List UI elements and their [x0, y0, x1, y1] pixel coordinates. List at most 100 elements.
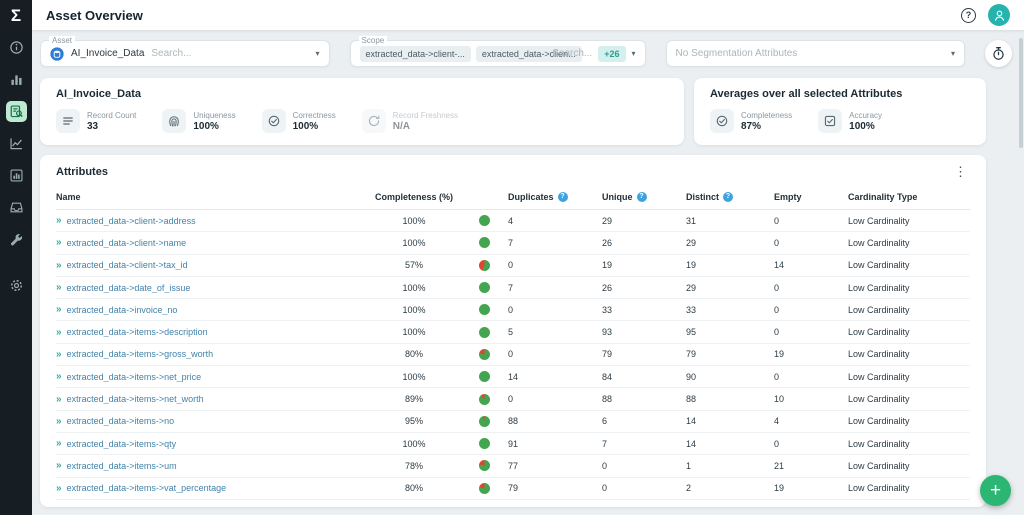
asset-search-placeholder[interactable]: Search...: [151, 48, 191, 59]
gear-icon[interactable]: [6, 275, 27, 296]
scope-chip[interactable]: extracted_data->client-...: [360, 46, 471, 62]
double-chevron-icon: »: [56, 416, 61, 427]
attribute-name-cell: » extracted_data->items->gross_worth: [56, 349, 368, 360]
freshness-icon: [362, 109, 386, 133]
attribute-name-link[interactable]: extracted_data->items->qty: [67, 439, 177, 449]
completeness-indicator-cell: [460, 394, 508, 405]
sidebar: Σ: [0, 0, 32, 515]
wrench-icon[interactable]: [6, 229, 27, 250]
duplicates-value: 5: [508, 327, 602, 337]
completeness-indicator-dot: [479, 460, 490, 471]
distinct-value: 19: [686, 260, 774, 270]
attribute-name-link[interactable]: extracted_data->items->no: [67, 416, 175, 426]
cardinality-type-value: Low Cardinality: [848, 372, 970, 382]
completeness-value: 95%: [368, 416, 460, 426]
kebab-menu-icon[interactable]: ⋮: [951, 165, 970, 178]
unique-value: 29: [602, 216, 686, 226]
completeness-indicator-dot: [479, 483, 490, 494]
attribute-row[interactable]: »extracted_data->invoice_no100%033330Low…: [56, 299, 970, 321]
metric-label: Record Count: [87, 111, 136, 120]
attribute-name-cell: » extracted_data->items->no: [56, 416, 368, 427]
asset-search-icon[interactable]: [6, 101, 27, 122]
completeness-indicator-cell: [460, 282, 508, 293]
attribute-name-link[interactable]: extracted_data->client->tax_id: [67, 260, 188, 270]
distinct-value: 2: [686, 483, 774, 493]
asset-metrics: Record Count33Uniqueness100%Correctness1…: [56, 109, 668, 133]
user-avatar[interactable]: [988, 4, 1010, 26]
attribute-name-link[interactable]: extracted_data->client->address: [67, 216, 196, 226]
help-icon[interactable]: ?: [961, 8, 976, 23]
completeness-value: 100%: [368, 238, 460, 248]
attribute-name-link[interactable]: extracted_data->items->vat_percentage: [67, 483, 227, 493]
asset-select[interactable]: Asset AI_Invoice_Data Search... ▾: [40, 40, 330, 67]
completeness-indicator-dot: [479, 215, 490, 226]
attribute-name-link[interactable]: extracted_data->items->net_price: [67, 372, 202, 382]
sidebar-nav: [6, 37, 27, 296]
double-chevron-icon: »: [56, 349, 61, 360]
attribute-name-link[interactable]: extracted_data->items->gross_worth: [67, 349, 214, 359]
unique-value: 33: [602, 305, 686, 315]
attribute-name-link[interactable]: extracted_data->items->description: [67, 327, 208, 337]
attribute-row[interactable]: »extracted_data->items->net_worth89%0888…: [56, 388, 970, 410]
double-chevron-icon: »: [56, 304, 61, 315]
attribute-row[interactable]: »extracted_data->items->no95%886144Low C…: [56, 411, 970, 433]
completeness-indicator-cell: [460, 438, 508, 449]
chevron-down-icon[interactable]: ▾: [316, 49, 320, 58]
attribute-row[interactable]: »extracted_data->client->tax_id57%019191…: [56, 255, 970, 277]
segmentation-select[interactable]: No Segmentation Attributes ▾: [666, 40, 965, 67]
metric-completeness: Completeness87%: [710, 109, 792, 133]
chart-panel-icon[interactable]: [6, 165, 27, 186]
metric-label: Record Freshness: [393, 111, 458, 120]
cardinality-type-value: Low Cardinality: [848, 483, 970, 493]
completeness-value: 100%: [368, 439, 460, 449]
bar-chart-icon[interactable]: [6, 69, 27, 90]
attribute-row[interactable]: »extracted_data->client->name100%726290L…: [56, 232, 970, 254]
attribute-name-link[interactable]: extracted_data->invoice_no: [67, 305, 178, 315]
chevron-down-icon[interactable]: ▾: [951, 49, 955, 58]
attribute-name-cell: »extracted_data->items->net_worth: [56, 394, 368, 405]
attribute-row[interactable]: »extracted_data->items->vat_percentage80…: [56, 478, 970, 500]
scope-select[interactable]: Scope extracted_data->client-...extracte…: [350, 40, 646, 67]
attribute-row[interactable]: »extracted_data->items->qty100%917140Low…: [56, 433, 970, 455]
attribute-row[interactable]: »extracted_data->items->gross_worth80%07…: [56, 344, 970, 366]
metric-value: 100%: [193, 121, 235, 132]
column-help-icon[interactable]: ?: [637, 192, 647, 202]
column-help-icon[interactable]: ?: [558, 192, 568, 202]
attribute-row[interactable]: »extracted_data->items->um78%770121Low C…: [56, 455, 970, 477]
completeness-indicator-cell: [460, 349, 508, 360]
attribute-name-link[interactable]: extracted_data->items->um: [67, 461, 177, 471]
chevron-down-icon[interactable]: ▾: [632, 49, 636, 58]
attribute-name-cell: »extracted_data->items->description: [56, 327, 368, 338]
cardinality-type-value: Low Cardinality: [848, 349, 970, 359]
attribute-name-link[interactable]: extracted_data->client->name: [67, 238, 187, 248]
cardinality-type-value: Low Cardinality: [848, 238, 970, 248]
attribute-name-link[interactable]: extracted_data->date_of_issue: [67, 283, 191, 293]
metric-value: 87%: [741, 121, 792, 132]
add-button[interactable]: +: [980, 475, 1011, 506]
attribute-row[interactable]: »extracted_data->items->net_price100%148…: [56, 366, 970, 388]
inbox-icon[interactable]: [6, 197, 27, 218]
double-chevron-icon: »: [56, 215, 61, 226]
column-header-empty: Empty: [774, 192, 848, 202]
duplicates-value: 79: [508, 483, 602, 493]
more-count-badge[interactable]: +26: [598, 46, 625, 62]
attribute-name-cell: »extracted_data->client->name: [56, 237, 368, 248]
line-chart-icon[interactable]: [6, 133, 27, 154]
topbar-actions: ?: [961, 4, 1010, 26]
column-help-icon[interactable]: ?: [723, 192, 733, 202]
double-chevron-icon: »: [56, 282, 61, 293]
attribute-row[interactable]: »extracted_data->date_of_issue100%726290…: [56, 277, 970, 299]
completeness-indicator-cell: [460, 460, 508, 471]
scrollbar-thumb[interactable]: [1019, 38, 1023, 148]
scrollbar[interactable]: [1019, 32, 1023, 513]
unique-value: 79: [602, 349, 686, 359]
info-icon[interactable]: [6, 37, 27, 58]
scope-search-placeholder[interactable]: Search...: [552, 48, 592, 59]
segmentation-placeholder: No Segmentation Attributes: [676, 48, 798, 59]
cardinality-type-value: Low Cardinality: [848, 327, 970, 337]
unique-value: 26: [602, 283, 686, 293]
attribute-row[interactable]: »extracted_data->items->description100%5…: [56, 321, 970, 343]
attribute-row[interactable]: »extracted_data->client->address100%4293…: [56, 210, 970, 232]
attribute-name-link[interactable]: extracted_data->items->net_worth: [67, 394, 204, 404]
stopwatch-button[interactable]: [985, 40, 1012, 67]
